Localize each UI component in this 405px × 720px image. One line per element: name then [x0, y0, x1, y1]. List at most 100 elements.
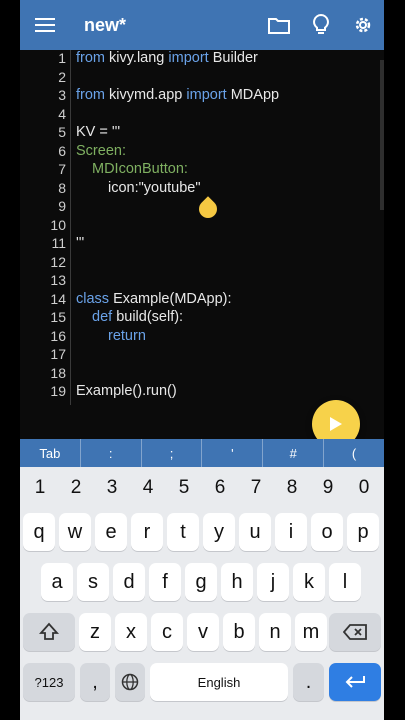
code-line[interactable]: KV = '''	[76, 124, 120, 140]
number-key[interactable]: 7	[238, 471, 274, 505]
number-key[interactable]: 9	[310, 471, 346, 505]
globe-key[interactable]	[115, 663, 145, 701]
number-key[interactable]: 2	[58, 471, 94, 505]
line-number: 12	[50, 253, 66, 270]
enter-arrow-icon	[345, 676, 365, 688]
on-screen-keyboard: 1234567890 qwertyuiop asdfghjkl zxcvbnm …	[20, 467, 384, 720]
symbol-key[interactable]: :	[81, 439, 142, 467]
letter-key[interactable]: p	[347, 513, 379, 551]
letter-key[interactable]: i	[275, 513, 307, 551]
letter-key[interactable]: y	[203, 513, 235, 551]
number-key[interactable]: 3	[94, 471, 130, 505]
code-line[interactable]: icon:"youtube"	[108, 180, 201, 196]
backspace-key[interactable]	[329, 613, 381, 651]
code-token: MDIconButton:	[92, 161, 188, 177]
number-key[interactable]: 1	[22, 471, 58, 505]
document-title: new*	[84, 14, 127, 35]
enter-key[interactable]	[329, 663, 381, 701]
space-bar[interactable]: English	[150, 663, 288, 701]
settings-icon[interactable]	[342, 0, 384, 50]
code-token: kivymd.app	[105, 87, 187, 103]
letter-key[interactable]: d	[113, 563, 145, 601]
line-number: 5	[58, 124, 66, 140]
gutter-divider	[70, 50, 71, 405]
folder-icon[interactable]	[258, 0, 300, 50]
symbol-key[interactable]: #	[263, 439, 325, 467]
letter-key[interactable]: a	[41, 563, 73, 601]
letter-key[interactable]: j	[257, 563, 289, 601]
shift-key[interactable]	[23, 613, 75, 651]
letter-key[interactable]: h	[221, 563, 253, 601]
letter-key[interactable]: z	[79, 613, 111, 651]
play-icon	[330, 417, 342, 431]
letter-key[interactable]: s	[77, 563, 109, 601]
symbol-key[interactable]: ;	[142, 439, 203, 467]
code-line[interactable]: MDIconButton:	[92, 161, 188, 177]
code-token: MDApp	[226, 87, 280, 103]
code-line[interactable]: '''	[76, 235, 84, 251]
code-line[interactable]: from kivymd.app import MDApp	[76, 87, 279, 103]
line-number-gutter: 1 2 3 4 5 6 7 8 9 10 11 12 13 14 15 16 17 18 19	[20, 50, 66, 439]
code-keyword: class	[76, 290, 110, 307]
period-key[interactable]: .	[293, 663, 324, 701]
code-token: kivy.lang	[105, 50, 169, 66]
line-number: 4	[58, 105, 66, 122]
letter-key[interactable]: u	[239, 513, 271, 551]
letter-key[interactable]: g	[185, 563, 217, 601]
code-line[interactable]: from kivy.lang import Builder	[76, 50, 258, 66]
letter-key[interactable]: b	[223, 613, 255, 651]
line-number: 8	[58, 179, 66, 196]
line-number: 13	[50, 272, 66, 288]
scrollbar[interactable]	[380, 60, 384, 210]
code-line[interactable]: Screen:	[76, 143, 126, 159]
app-bar: new*	[20, 0, 384, 50]
number-key[interactable]: 5	[166, 471, 202, 505]
symbol-key[interactable]: (	[324, 439, 384, 467]
letter-key[interactable]: q	[23, 513, 55, 551]
line-number: 10	[50, 216, 66, 233]
letter-key[interactable]: c	[151, 613, 183, 651]
code-keyword: from	[76, 50, 105, 66]
code-line[interactable]: return	[108, 328, 146, 344]
letter-key[interactable]: w	[59, 513, 91, 551]
lightbulb-icon[interactable]	[300, 0, 342, 50]
line-number: 2	[58, 68, 66, 85]
code-keyword: def	[92, 309, 113, 325]
symbol-key[interactable]: '	[202, 439, 264, 467]
code-token: build(self):	[112, 309, 184, 325]
line-number: 9	[58, 198, 66, 214]
code-line[interactable]: def build(self):	[92, 309, 183, 325]
letter-key[interactable]: t	[167, 513, 199, 551]
letter-key[interactable]: f	[149, 563, 181, 601]
number-key[interactable]: 0	[346, 471, 382, 505]
line-number: 18	[50, 364, 66, 381]
code-editor[interactable]: 1 2 3 4 5 6 7 8 9 10 11 12 13 14 15 16 17 18 19 from kivy.…	[20, 50, 384, 439]
symbol-key[interactable]: Tab	[20, 439, 81, 467]
menu-icon[interactable]	[20, 0, 70, 50]
line-number: 14	[50, 290, 66, 307]
line-number: 15	[50, 309, 66, 325]
code-keyword: return	[108, 327, 146, 344]
code-keyword: import	[168, 50, 209, 66]
code-keyword: import	[186, 87, 227, 103]
symbols-key[interactable]: ?123	[23, 663, 75, 701]
app-frame: new* 1 2 3 4 5 6 7 8 9 10 11 12 13 14 15 16 17 18 19 from …	[20, 0, 384, 720]
letter-key[interactable]: l	[329, 563, 361, 601]
number-key[interactable]: 8	[274, 471, 310, 505]
letter-key[interactable]: k	[293, 563, 325, 601]
code-line[interactable]: class Example(MDApp):	[76, 291, 232, 307]
line-number: 16	[50, 327, 66, 344]
code-line[interactable]: Example().run()	[76, 383, 177, 399]
letter-key[interactable]: o	[311, 513, 343, 551]
letter-key[interactable]: x	[115, 613, 147, 651]
text-cursor-handle[interactable]	[195, 196, 221, 222]
comma-key[interactable]: ,	[80, 663, 110, 701]
letter-key[interactable]: n	[259, 613, 291, 651]
letter-key[interactable]: r	[131, 513, 163, 551]
code-token: Example().run()	[76, 383, 177, 399]
number-key[interactable]: 6	[202, 471, 238, 505]
number-key[interactable]: 4	[130, 471, 166, 505]
letter-key[interactable]: e	[95, 513, 127, 551]
letter-key[interactable]: m	[295, 613, 327, 651]
letter-key[interactable]: v	[187, 613, 219, 651]
